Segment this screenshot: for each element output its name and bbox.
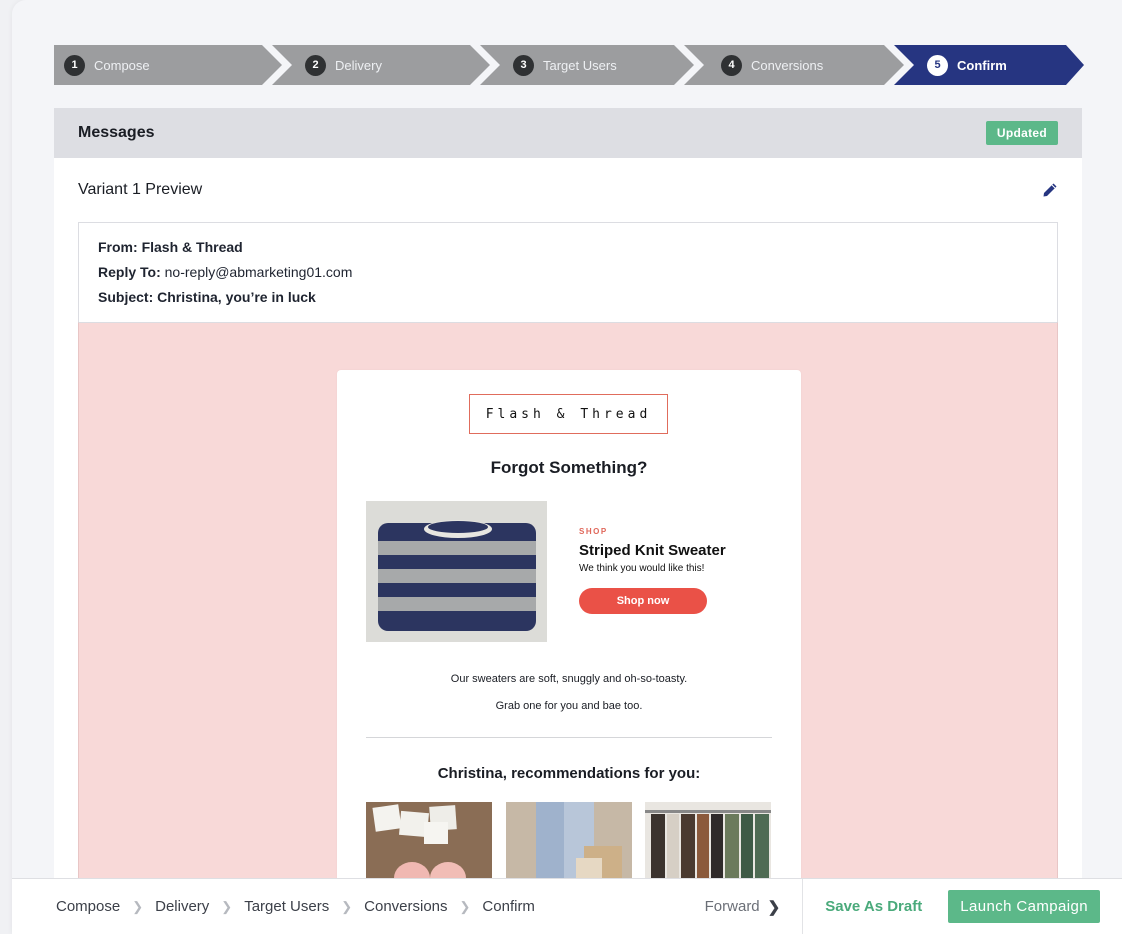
variant-title: Variant 1 Preview [78, 181, 203, 198]
email-headline: Forgot Something? [490, 458, 648, 477]
forward-button[interactable]: Forward ❯ [705, 898, 781, 916]
step-label: Compose [94, 57, 150, 73]
progress-stepper: 1 Compose 2 Delivery 3 Target Users 4 Co… [54, 45, 1084, 85]
from-line: From: Flash & Thread [98, 235, 1038, 260]
step-number: 2 [305, 54, 326, 76]
recommendation-image-3 [645, 802, 771, 888]
status-badge: Updated [985, 121, 1058, 145]
breadcrumb-delivery[interactable]: Delivery [155, 898, 209, 915]
step-conversions[interactable]: 4 Conversions [721, 45, 823, 85]
step-compose[interactable]: 1 Compose [64, 45, 150, 85]
subject-value: Christina, you’re in luck [157, 289, 316, 305]
chevron-right-icon: ❯ [221, 898, 233, 914]
reply-to-label: Reply To: [98, 264, 161, 280]
reply-to-value: no-reply@abmarketing01.com [164, 264, 353, 280]
breadcrumb-compose[interactable]: Compose [56, 898, 120, 915]
step-confirm[interactable]: 5 Confirm [927, 45, 1007, 85]
card-title: Messages [78, 124, 155, 141]
breadcrumb-confirm[interactable]: Confirm [482, 898, 535, 915]
photos-illustration [366, 802, 492, 888]
shop-now-button[interactable]: Shop now [579, 588, 707, 614]
chevron-right-icon: ❯ [341, 898, 353, 914]
product-description: We think you would like this! [579, 563, 705, 574]
product-details: SHOP Striped Knit Sweater We think you w… [579, 527, 726, 614]
brand-logo: Flash & Thread [469, 394, 668, 434]
clothing-rack-illustration [645, 802, 771, 888]
chevron-right-icon: ❯ [132, 898, 144, 914]
product-name: Striped Knit Sweater [579, 542, 726, 559]
chevron-right-icon: ❯ [459, 898, 471, 914]
step-number: 1 [64, 54, 85, 76]
step-delivery[interactable]: 2 Delivery [305, 45, 382, 85]
pencil-icon[interactable] [1042, 182, 1058, 198]
subject-label: Subject: [98, 289, 154, 305]
from-value: Flash & Thread [141, 239, 243, 255]
step-number: 4 [721, 54, 742, 76]
divider [802, 878, 804, 934]
product-image [366, 501, 547, 642]
save-draft-button[interactable]: Save As Draft [825, 898, 922, 915]
breadcrumb-target-users[interactable]: Target Users [244, 898, 329, 915]
recommendation-image-1 [366, 802, 492, 888]
breadcrumb-conversions[interactable]: Conversions [364, 898, 447, 915]
step-number: 3 [513, 54, 534, 76]
step-label: Delivery [335, 57, 382, 73]
step-target-users[interactable]: 3 Target Users [513, 45, 617, 85]
from-label: From: [98, 239, 138, 255]
body-line-1: Our sweaters are soft, snuggly and oh-so… [450, 673, 688, 685]
divider [366, 737, 772, 738]
step-label: Target Users [543, 57, 617, 73]
body-line-2: Grab one for you and bae too. [495, 700, 643, 712]
forward-label: Forward [704, 898, 760, 915]
reply-to-line: Reply To: no-reply@abmarketing01.com [98, 260, 1038, 285]
email-headers: From: Flash & Thread Reply To: no-reply@… [78, 222, 1058, 322]
email-body: Flash & Thread Forgot Something? SHOP St… [337, 370, 801, 888]
subject-line: Subject: Christina, you’re in luck [98, 285, 1038, 310]
chevron-right-icon: ❯ [767, 898, 781, 916]
email-preview-area[interactable]: Flash & Thread Forgot Something? SHOP St… [78, 322, 1058, 888]
step-label: Confirm [957, 57, 1007, 73]
step-number: 5 [927, 54, 948, 76]
product-eyebrow: SHOP [579, 527, 608, 536]
launch-campaign-button[interactable]: Launch Campaign [948, 890, 1100, 923]
variant-header: Variant 1 Preview [54, 158, 1082, 222]
recommendations-title: Christina, recommendations for you: [437, 765, 701, 782]
sweater-illustration [366, 501, 547, 642]
recommendation-image-2 [506, 802, 632, 888]
shopping-illustration [506, 802, 632, 888]
breadcrumb: Compose ❯ Delivery ❯ Target Users ❯ Conv… [12, 898, 705, 915]
step-label: Conversions [751, 57, 824, 73]
messages-card: Messages Updated Variant 1 Preview From:… [54, 108, 1082, 888]
bottom-action-bar: Compose ❯ Delivery ❯ Target Users ❯ Conv… [12, 878, 1122, 934]
card-header: Messages Updated [54, 108, 1082, 158]
